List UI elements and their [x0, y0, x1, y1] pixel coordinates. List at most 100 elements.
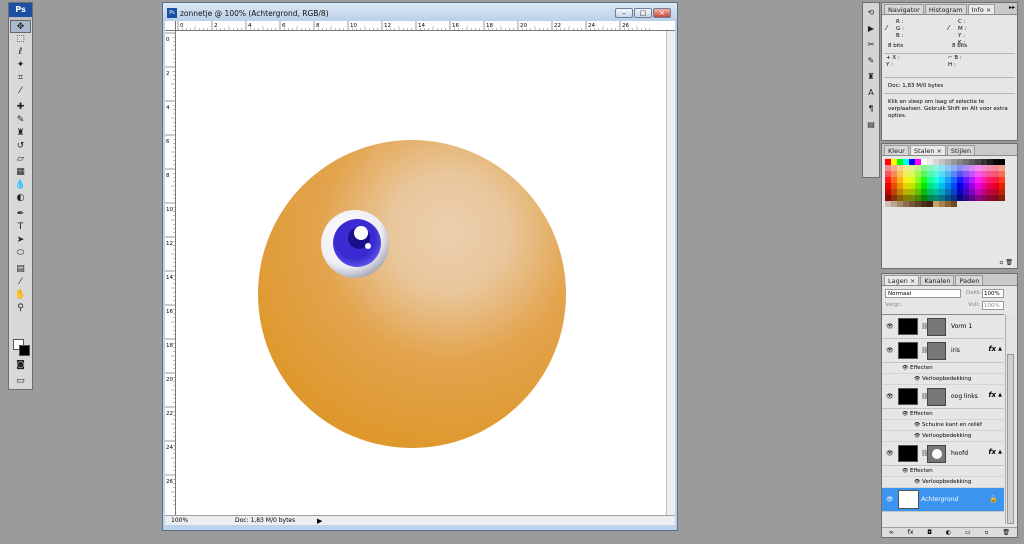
- close-tab-icon[interactable]: ×: [986, 6, 991, 14]
- healing-brush-tool-icon[interactable]: ✚: [10, 101, 31, 114]
- marquee-tool-icon[interactable]: ⬚: [10, 33, 31, 46]
- layer-row[interactable]: 👁 ⛓ oog links fx ▲: [882, 385, 1004, 409]
- lasso-tool-icon[interactable]: ℓ: [10, 46, 31, 59]
- fx-icon[interactable]: fx: [988, 391, 996, 399]
- visibility-eye-icon[interactable]: 👁: [886, 496, 894, 503]
- expand-effects-icon[interactable]: ▲: [998, 346, 1002, 352]
- tab-kanalen[interactable]: Kanalen: [920, 275, 955, 285]
- crop-tool-icon[interactable]: ⌗: [10, 72, 31, 85]
- fx-icon[interactable]: fx: [988, 448, 996, 456]
- close-button[interactable]: ×: [653, 8, 671, 18]
- effects-row[interactable]: 👁 Effecten: [882, 466, 1004, 477]
- path-selection-tool-icon[interactable]: ➤: [10, 234, 31, 247]
- paragraph-icon[interactable]: ¶: [865, 103, 877, 115]
- color-swatch[interactable]: [951, 201, 957, 207]
- visibility-eye-icon[interactable]: 👁: [902, 466, 908, 477]
- visibility-eye-icon[interactable]: 👁: [914, 374, 920, 385]
- eraser-tool-icon[interactable]: ▱: [10, 153, 31, 166]
- trash-icon[interactable]: 🗑: [1002, 528, 1010, 537]
- magic-wand-tool-icon[interactable]: ✦: [10, 59, 31, 72]
- clone-stamp-tool-icon[interactable]: ♜: [10, 127, 31, 140]
- color-swatch[interactable]: [999, 195, 1005, 201]
- visibility-eye-icon[interactable]: 👁: [886, 347, 894, 354]
- panel-collapse-icon[interactable]: ▸▸: [1009, 4, 1015, 11]
- status-menu-arrow-icon[interactable]: ▶: [317, 516, 322, 526]
- maximize-button[interactable]: □: [634, 8, 652, 18]
- adjustment-layer-icon[interactable]: ◐: [946, 528, 951, 537]
- pen-tool-icon[interactable]: ✒: [10, 208, 31, 221]
- type-tool-icon[interactable]: T: [10, 221, 31, 234]
- visibility-eye-icon[interactable]: 👁: [914, 420, 920, 431]
- effect-row[interactable]: 👁 Verloopbedekking: [882, 374, 1004, 385]
- tool-presets-icon[interactable]: ✂: [865, 39, 877, 51]
- link-layers-icon[interactable]: ∞: [889, 528, 894, 537]
- layer-comps-icon[interactable]: ▤: [865, 119, 877, 131]
- fx-icon[interactable]: fx: [908, 528, 914, 537]
- brushes-icon[interactable]: ✎: [865, 55, 877, 67]
- dodge-tool-icon[interactable]: ◐: [10, 192, 31, 205]
- tab-navigator[interactable]: Navigator: [884, 4, 924, 14]
- image-canvas[interactable]: [176, 31, 665, 518]
- tab-kleur[interactable]: Kleur: [884, 145, 909, 155]
- effect-row[interactable]: 👁 Schuine kant en reliëf: [882, 420, 1004, 431]
- expand-effects-icon[interactable]: ▲: [998, 449, 1002, 455]
- move-tool-icon[interactable]: ✥: [10, 20, 31, 33]
- notes-tool-icon[interactable]: ▤: [10, 263, 31, 276]
- eyedropper-tool-2-icon[interactable]: ⁄: [10, 276, 31, 289]
- brush-tool-icon[interactable]: ✎: [10, 114, 31, 127]
- close-tab-icon[interactable]: ×: [910, 277, 915, 285]
- effect-row[interactable]: 👁 Verloopbedekking: [882, 431, 1004, 442]
- effects-row[interactable]: 👁 Effecten: [882, 409, 1004, 420]
- eyedropper-icon[interactable]: ⁄: [886, 25, 887, 32]
- minimize-button[interactable]: –: [615, 8, 633, 18]
- layer-row[interactable]: 👁 Achtergrond 🔒: [882, 488, 1004, 512]
- tab-lagen[interactable]: Lagen ×: [884, 275, 920, 285]
- tab-stalen[interactable]: Stalen ×: [909, 145, 946, 155]
- layer-row[interactable]: 👁 ⛓ Vorm 1: [882, 315, 1004, 339]
- visibility-eye-icon[interactable]: 👁: [886, 323, 894, 330]
- shape-tool-icon[interactable]: ⬭: [10, 247, 31, 260]
- layer-mask-icon[interactable]: ◘: [927, 528, 932, 537]
- scrollbar-thumb[interactable]: [1007, 354, 1014, 524]
- effect-row[interactable]: 👁 Verloopbedekking: [882, 477, 1004, 488]
- ruler-horizontal[interactable]: 0 2 4 6 8 10 12 14 16 18 20 22 24 26: [176, 21, 675, 31]
- layer-row[interactable]: 👁 ⛓ hoofd fx ▲: [882, 442, 1004, 466]
- close-tab-icon[interactable]: ×: [936, 147, 941, 155]
- vertical-scrollbar[interactable]: [666, 31, 675, 518]
- eyedropper-tool-icon[interactable]: ⁄: [10, 85, 31, 98]
- opacity-input[interactable]: 100%: [982, 289, 1004, 298]
- background-color-swatch[interactable]: [19, 345, 30, 356]
- group-icon[interactable]: ▭: [965, 528, 971, 537]
- fx-icon[interactable]: fx: [988, 345, 996, 353]
- history-icon[interactable]: ⟲: [865, 7, 877, 19]
- effects-row[interactable]: 👁 Effecten: [882, 363, 1004, 374]
- clone-source-icon[interactable]: ♜: [865, 71, 877, 83]
- tab-info[interactable]: Info ×: [967, 4, 996, 14]
- visibility-eye-icon[interactable]: 👁: [902, 363, 908, 374]
- ruler-corner[interactable]: [165, 21, 176, 31]
- visibility-eye-icon[interactable]: 👁: [886, 393, 894, 400]
- actions-icon[interactable]: ▶: [865, 23, 877, 35]
- zoom-level[interactable]: 100%: [171, 516, 188, 526]
- trash-icon[interactable]: 🗑: [1005, 259, 1013, 266]
- blend-mode-select[interactable]: Normaal: [885, 289, 961, 298]
- tab-histogram[interactable]: Histogram: [924, 4, 967, 14]
- eyedropper-icon[interactable]: ⁄: [948, 25, 949, 32]
- tab-paden[interactable]: Paden: [955, 275, 984, 285]
- tab-stijlen[interactable]: Stijlen: [946, 145, 976, 155]
- layer-row[interactable]: 👁 ⛓ iris fx ▲: [882, 339, 1004, 363]
- history-brush-tool-icon[interactable]: ↺: [10, 140, 31, 153]
- zoom-tool-icon[interactable]: ⚲: [10, 302, 31, 315]
- ruler-vertical[interactable]: 0 2 4 6 8 10 12 14 16 18 20 22 24 26: [165, 31, 176, 518]
- hand-tool-icon[interactable]: ✋: [10, 289, 31, 302]
- visibility-eye-icon[interactable]: 👁: [914, 477, 920, 488]
- visibility-eye-icon[interactable]: 👁: [886, 450, 894, 457]
- visibility-eye-icon[interactable]: 👁: [902, 409, 908, 420]
- layers-scrollbar[interactable]: [1005, 314, 1015, 524]
- expand-effects-icon[interactable]: ▲: [998, 392, 1002, 398]
- gradient-tool-icon[interactable]: ▦: [10, 166, 31, 179]
- new-layer-icon[interactable]: ▫: [984, 528, 988, 537]
- quick-mask-icon[interactable]: ◙: [10, 359, 31, 372]
- document-titlebar[interactable]: Ps zonnetje @ 100% (Achtergrond, RGB/8): [163, 3, 677, 23]
- character-icon[interactable]: A: [865, 87, 877, 99]
